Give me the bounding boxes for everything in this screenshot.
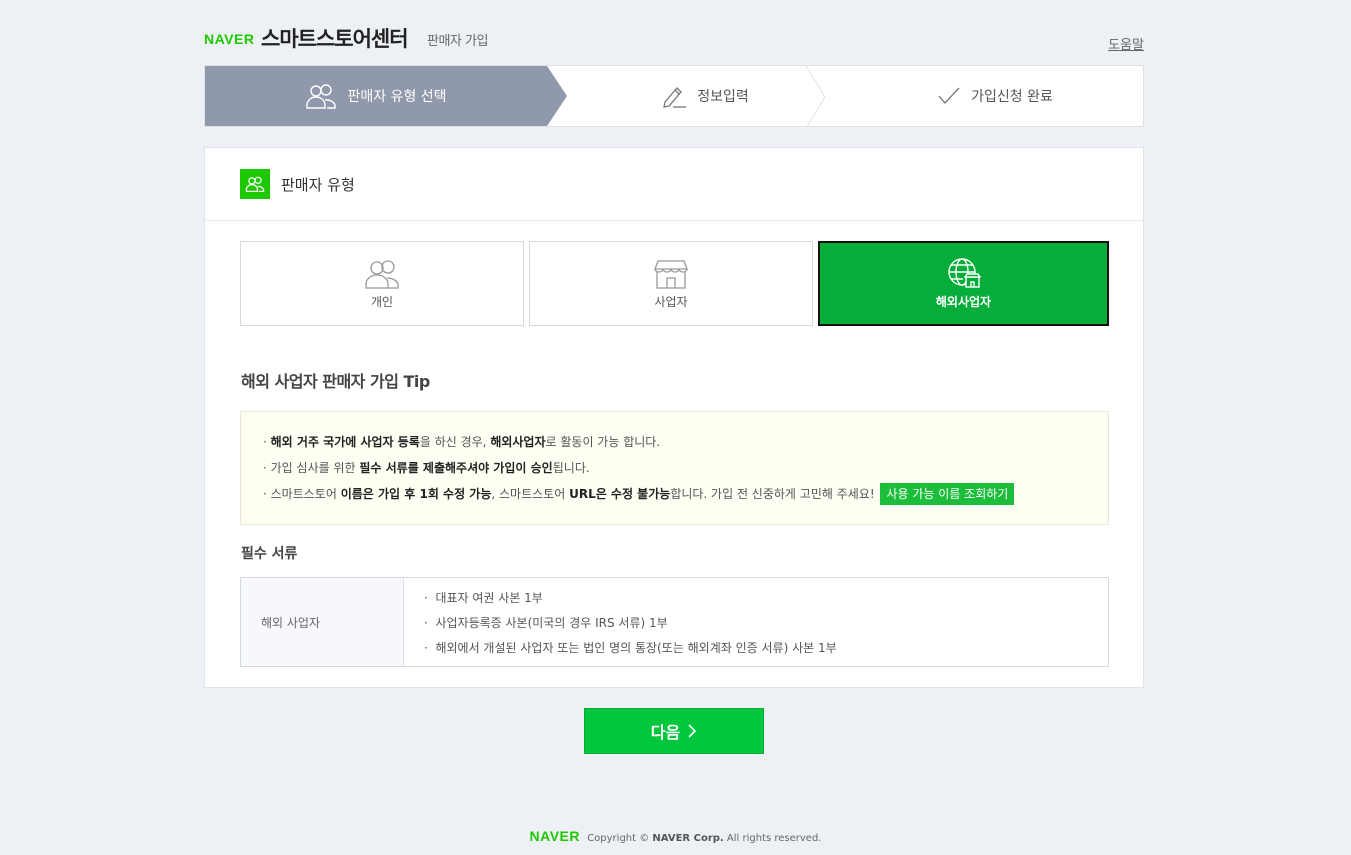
tip-text: 을 하신 경우,: [419, 435, 491, 449]
seller-type-overseas-business[interactable]: 해외사업자: [818, 241, 1109, 326]
tip-text: 합니다. 가입 전 신중하게 고민해 주세요!: [670, 487, 875, 501]
footer-copyright: Copyright ©: [587, 833, 650, 844]
next-button[interactable]: 다음: [584, 708, 764, 754]
step-arrow: [547, 66, 567, 126]
header: NAVER 스마트스토어센터 판매자 가입 도움말: [204, 0, 1144, 64]
step-label: 가입신청 완료: [971, 89, 1053, 105]
check-name-availability-button[interactable]: 사용 가능 이름 조회하기: [880, 483, 1015, 505]
chevron-right-icon: [688, 724, 697, 738]
step-label: 정보입력: [697, 89, 749, 105]
tip-title: 해외 사업자 판매자 가입 Tip: [241, 372, 430, 391]
globe-store-icon: [947, 257, 981, 289]
page-subtitle: 판매자 가입: [427, 34, 488, 49]
step-select-type: 판매자 유형 선택: [205, 66, 547, 126]
tip-line: · 스마트스토어 이름은 가입 후 1회 수정 가능, 스마트스토어 URL은 …: [263, 481, 1108, 507]
footer-corp[interactable]: NAVER Corp.: [652, 833, 723, 844]
seller-type-business[interactable]: 사업자: [529, 241, 813, 326]
card-title: 판매자 유형: [281, 175, 355, 194]
step-info-input: 정보입력: [565, 66, 845, 126]
seller-type-individual[interactable]: 개인: [240, 241, 524, 326]
required-docs-title: 필수 서류: [241, 546, 298, 562]
seller-type-card: 판매자 유형 개인 사업자 해외사업자 해외 사업자 판매자 가입 Tip · …: [204, 147, 1144, 688]
person-icon: [365, 257, 399, 289]
tip-text: 로 활동이 가능 합니다.: [545, 435, 661, 449]
footer: NAVER Copyright © NAVER Corp. All rights…: [0, 828, 1351, 844]
required-docs-list: · 대표자 여권 사본 1부 · 사업자등록증 사본(미국의 경우 IRS 서류…: [404, 578, 837, 666]
seller-type-label: 개인: [370, 295, 394, 309]
step-complete: 가입신청 완료: [845, 66, 1143, 126]
users-icon: [305, 83, 337, 109]
tip-bold: 해외사업자: [490, 435, 546, 449]
page-title[interactable]: 스마트스토어센터: [261, 23, 409, 53]
page-wrapper: NAVER 스마트스토어센터 판매자 가입 도움말 판매자 유형 선택 정보입력…: [204, 0, 1144, 754]
required-docs-table: 해외 사업자 · 대표자 여권 사본 1부 · 사업자등록증 사본(미국의 경우…: [240, 577, 1109, 667]
list-item: · 사업자등록증 사본(미국의 경우 IRS 서류) 1부: [424, 616, 668, 630]
tip-line: · 해외 거주 국가에 사업자 등록을 하신 경우, 해외사업자로 활동이 가능…: [263, 435, 661, 449]
seller-type-options: 개인 사업자 해외사업자: [240, 241, 1109, 327]
tip-bold: URL은 수정 불가능: [569, 487, 671, 501]
tip-box: · 해외 거주 국가에 사업자 등록을 하신 경우, 해외사업자로 활동이 가능…: [240, 411, 1109, 525]
step-label: 판매자 유형 선택: [347, 89, 447, 105]
tip-text: , 스마트스토어: [491, 487, 570, 501]
list-item: · 대표자 여권 사본 1부: [424, 591, 543, 605]
card-header: 판매자 유형: [205, 148, 1143, 221]
check-icon: [937, 86, 961, 106]
store-icon: [654, 257, 688, 289]
tip-text: 됩니다.: [552, 461, 590, 475]
help-link[interactable]: 도움말: [1108, 34, 1144, 53]
seller-type-label: 사업자: [654, 295, 688, 309]
tip-text: 가입 심사를 위한: [270, 461, 360, 475]
users-icon: [240, 169, 270, 199]
tip-bold: 필수 서류를 제출해주셔야 가입이 승인: [359, 461, 553, 475]
tip-bold: 이름은 가입 후 1회 수정 가능: [340, 487, 492, 501]
naver-logo[interactable]: NAVER: [204, 31, 254, 47]
next-button-label: 다음: [650, 723, 681, 742]
required-docs-category: 해외 사업자: [241, 578, 404, 666]
footer-naver-logo[interactable]: NAVER: [530, 828, 580, 844]
seller-type-label: 해외사업자: [935, 295, 992, 309]
tip-line: · 가입 심사를 위한 필수 서류를 제출해주셔야 가입이 승인됩니다.: [263, 461, 590, 475]
pencil-icon: [661, 84, 687, 108]
tip-text: 스마트스토어: [270, 487, 341, 501]
tip-bold: 해외 거주 국가에 사업자 등록: [270, 435, 420, 449]
list-item: · 해외에서 개설된 사업자 또는 법인 명의 통장(또는 해외계좌 인증 서류…: [424, 641, 837, 655]
step-progress: 판매자 유형 선택 정보입력 가입신청 완료: [204, 65, 1144, 127]
footer-rights: All rights reserved.: [726, 833, 822, 844]
